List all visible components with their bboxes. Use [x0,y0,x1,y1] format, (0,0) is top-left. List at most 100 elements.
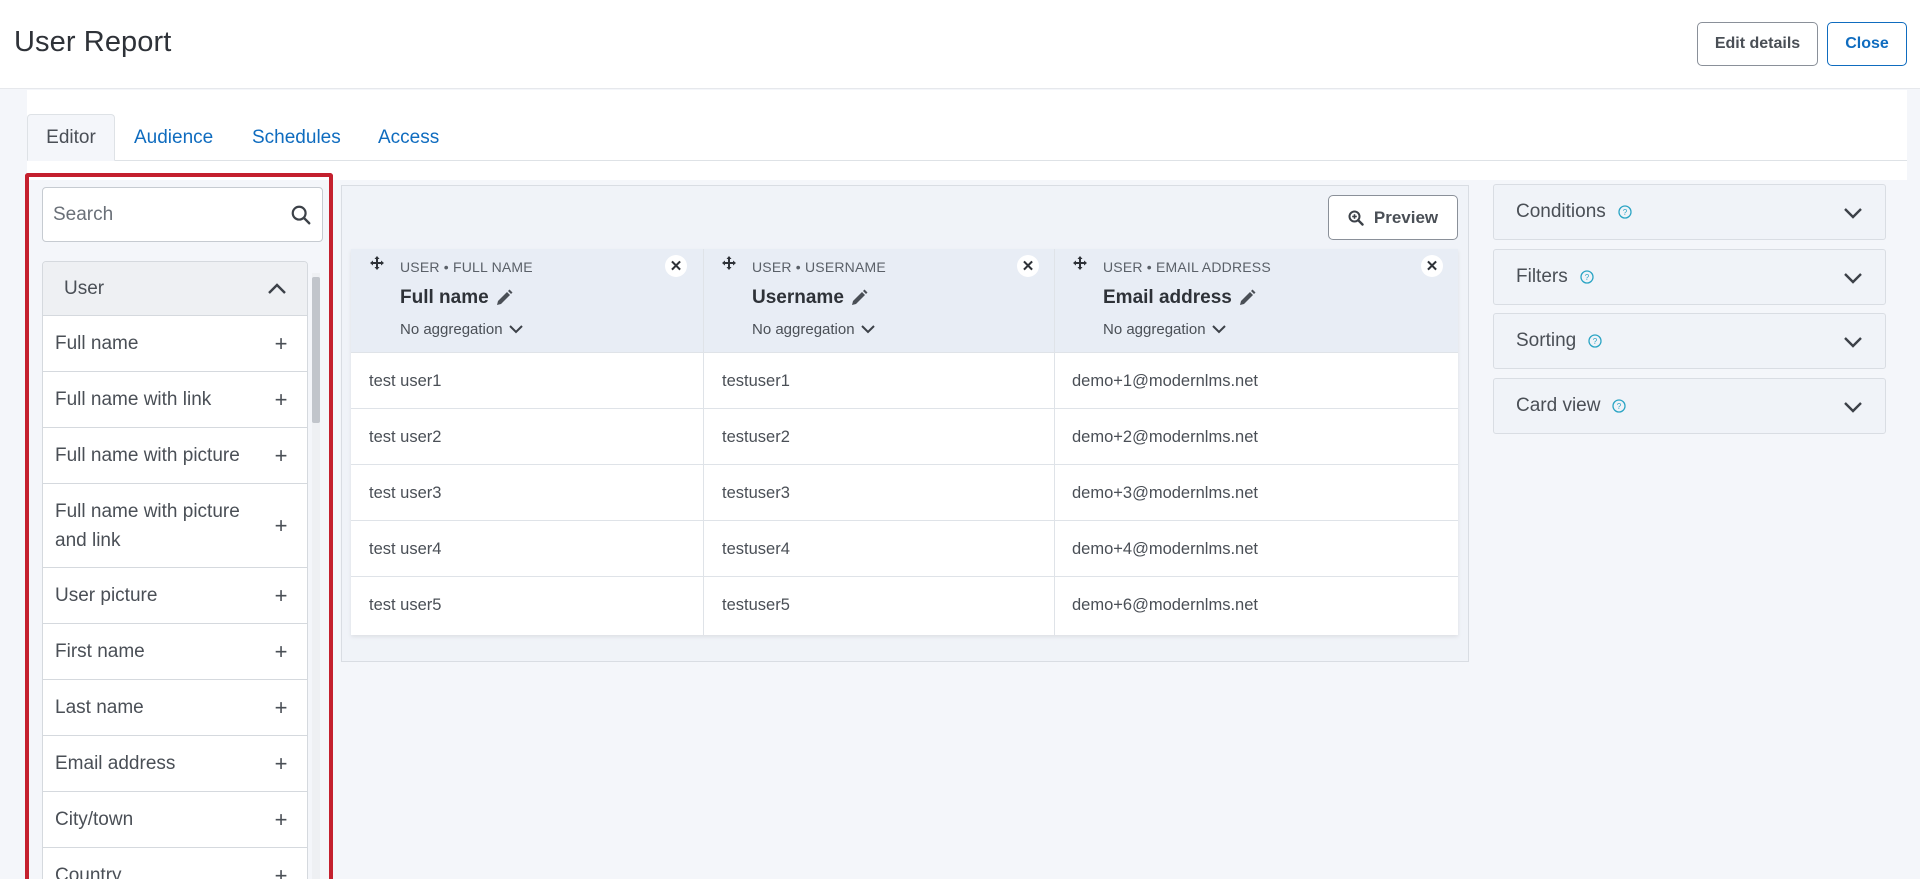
card-view-panel[interactable]: Card view ? [1493,378,1886,434]
help-icon[interactable]: ? [1618,205,1632,219]
svg-text:?: ? [1617,402,1622,411]
svg-text:?: ? [1593,337,1598,346]
column-title-text: Full name [400,287,489,308]
group-header-user[interactable]: User [43,262,307,316]
sidebar-scrollbar[interactable] [310,263,320,879]
conditions-label: Conditions [1516,201,1606,222]
remove-column-icon[interactable]: ✕ [1017,255,1039,277]
list-item-user-picture[interactable]: User picture + [43,568,307,624]
plus-icon[interactable]: + [271,385,291,414]
remove-column-icon[interactable]: ✕ [665,255,687,277]
tab-audience[interactable]: Audience [134,114,213,161]
list-item-full-name-with-picture-and-link[interactable]: Full name with picture and link + [43,484,307,568]
chevron-down-icon[interactable] [1843,268,1863,288]
table-row: test user5 testuser5 demo+6@modernlms.ne… [351,576,1458,632]
page-header: User Report Edit details Close [0,0,1920,89]
chevron-down-icon[interactable] [1843,203,1863,223]
list-item-first-name[interactable]: First name + [43,624,307,680]
column-header-email-address: ✕ USER • EMAIL ADDRESS Email address No … [1054,249,1458,352]
list-item-last-name[interactable]: Last name + [43,680,307,736]
tab-schedules[interactable]: Schedules [252,114,341,161]
table-cell: demo+2@modernlms.net [1072,428,1258,446]
list-item-city-town[interactable]: City/town + [43,792,307,848]
close-button[interactable]: Close [1827,22,1907,66]
list-item-country[interactable]: Country + [43,848,307,879]
list-item-label: Country [55,865,122,879]
chevron-down-icon[interactable] [1843,397,1863,417]
table-cell: demo+4@modernlms.net [1072,540,1258,558]
plus-icon[interactable]: + [271,861,291,879]
column-title[interactable]: Email address [1103,287,1256,309]
aggregation-select[interactable]: No aggregation [400,321,523,338]
search-icon[interactable] [290,204,312,226]
list-item-full-name[interactable]: Full name + [43,316,307,372]
column-source-sidebar: User Full name + Full name with link + F… [25,173,333,879]
chevron-down-icon [508,325,523,334]
plus-icon[interactable]: + [271,805,291,834]
list-item-full-name-with-link[interactable]: Full name with link + [43,372,307,428]
pencil-icon[interactable] [850,289,868,307]
chevron-down-icon[interactable] [1843,332,1863,352]
table-row: test user2 testuser2 demo+2@modernlms.ne… [351,408,1458,464]
aggregation-select[interactable]: No aggregation [752,321,875,338]
column-header-username: ✕ USER • USERNAME Username No aggregatio… [703,249,1054,352]
aggregation-select[interactable]: No aggregation [1103,321,1226,338]
list-item-label: Full name with picture and link [55,500,240,551]
chevron-down-icon [860,325,875,334]
table-cell: test user3 [369,484,442,502]
plus-icon[interactable]: + [271,511,291,540]
plus-icon[interactable]: + [271,581,291,610]
list-item-label: Last name [55,697,144,718]
plus-icon[interactable]: + [271,749,291,778]
preview-button[interactable]: Preview [1328,195,1458,240]
move-icon[interactable] [721,255,737,271]
chevron-up-icon[interactable] [267,282,287,295]
aggregation-label: No aggregation [752,321,855,338]
list-item-email-address[interactable]: Email address + [43,736,307,792]
table-row: test user3 testuser3 demo+3@modernlms.ne… [351,464,1458,520]
list-item-label: City/town [55,809,134,830]
table-cell: testuser5 [722,596,790,614]
move-icon[interactable] [1072,255,1088,271]
tab-editor[interactable]: Editor [27,114,115,161]
help-icon[interactable]: ? [1612,399,1627,413]
aggregation-label: No aggregation [400,321,503,338]
scroll-thumb[interactable] [312,277,320,423]
filters-panel[interactable]: Filters ? [1493,249,1886,305]
plus-icon[interactable]: + [271,693,291,722]
tabs-bar: Editor Audience Schedules Access [27,90,1907,180]
help-icon[interactable]: ? [1580,270,1594,284]
remove-column-icon[interactable]: ✕ [1421,255,1443,277]
plus-icon[interactable]: + [271,441,291,470]
column-source: USER • USERNAME [752,259,886,275]
search-input[interactable] [53,188,283,241]
table-cell: test user4 [369,540,442,558]
card-view-label: Card view [1516,395,1601,416]
table-cell: testuser2 [722,428,790,446]
column-header-full-name: ✕ USER • FULL NAME Full name No aggregat… [351,249,703,352]
table-cell: test user1 [369,372,442,390]
plus-icon[interactable]: + [271,329,291,358]
column-source: USER • EMAIL ADDRESS [1103,259,1271,275]
edit-details-button[interactable]: Edit details [1697,22,1818,66]
source-list: User Full name + Full name with link + F… [42,261,308,879]
aggregation-label: No aggregation [1103,321,1206,338]
table-cell: demo+6@modernlms.net [1072,596,1258,614]
svg-text:?: ? [1585,273,1590,282]
move-icon[interactable] [369,255,385,271]
tab-access[interactable]: Access [378,114,439,161]
group-label: User [64,277,105,299]
column-title-text: Username [752,287,844,308]
plus-icon[interactable]: + [271,637,291,666]
help-icon[interactable]: ? [1588,334,1602,348]
column-title[interactable]: Full name [400,287,513,309]
list-item-full-name-with-picture[interactable]: Full name with picture + [43,428,307,484]
column-title[interactable]: Username [752,287,868,309]
sorting-panel[interactable]: Sorting ? [1493,313,1886,369]
conditions-panel[interactable]: Conditions ? [1493,184,1886,240]
pencil-icon[interactable] [495,289,513,307]
chevron-down-icon [1211,325,1226,334]
table-row: test user4 testuser4 demo+4@modernlms.ne… [351,520,1458,576]
table-row: test user1 testuser1 demo+1@modernlms.ne… [351,352,1458,408]
pencil-icon[interactable] [1238,289,1256,307]
